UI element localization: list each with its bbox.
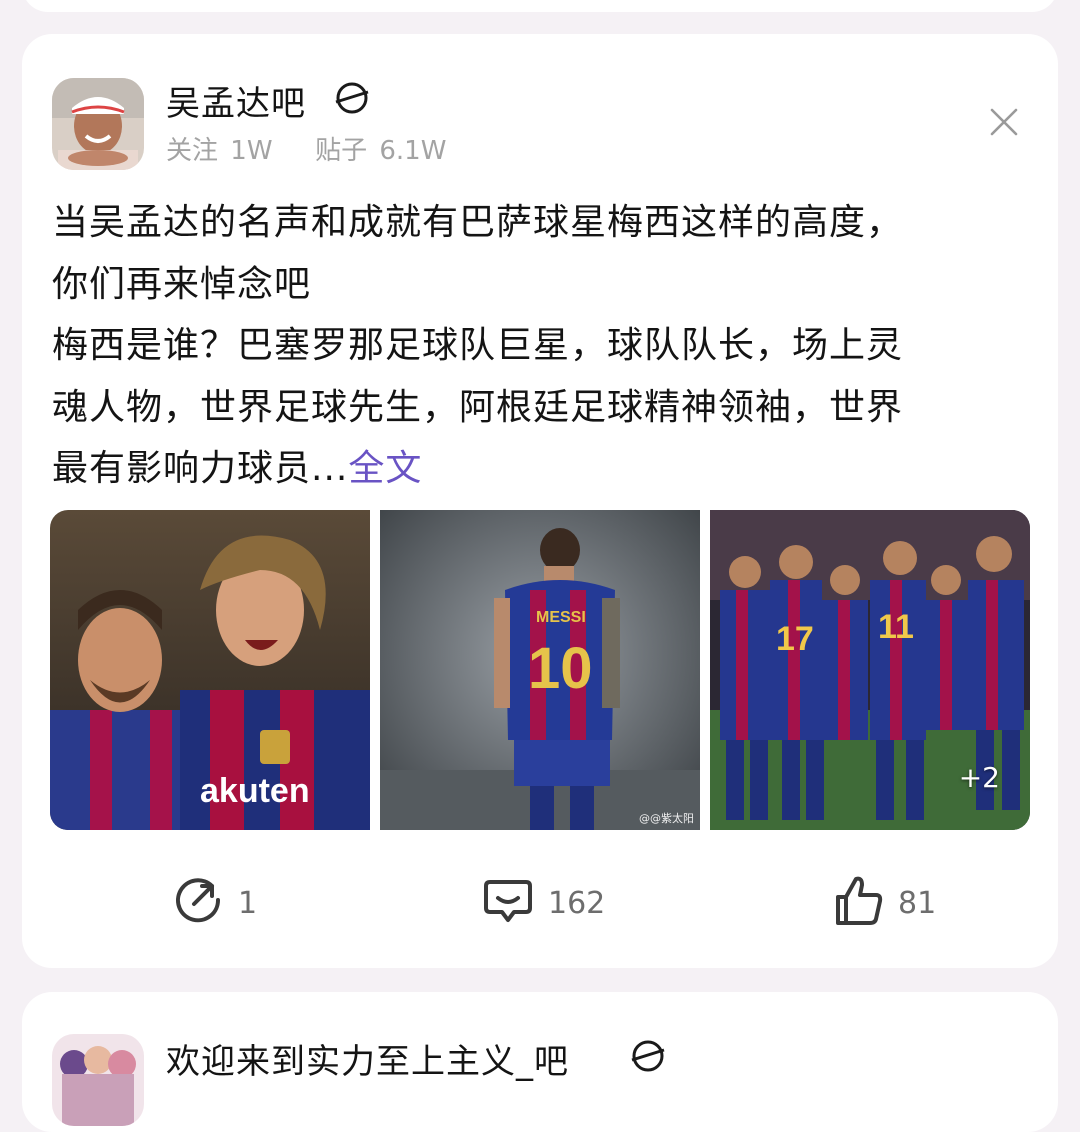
post-actions: 1 162 81	[22, 868, 1058, 938]
post-card[interactable]: 吴孟达吧 关注 1W 贴子 6.1W 当吴孟达的名声和成就有巴萨球星梅西这样的高…	[22, 34, 1058, 968]
next-forum-avatar[interactable]	[52, 1034, 144, 1126]
image-watermark: @@紫太阳	[639, 812, 694, 825]
post-line: 当吴孟达的名声和成就有巴萨球星梅西这样的高度，	[52, 202, 904, 243]
signed-in-icon	[332, 78, 372, 122]
svg-text:17: 17	[776, 620, 814, 658]
next-signed-in-icon	[628, 1036, 668, 1080]
follow-label: 关注	[166, 136, 219, 166]
posts-count: 6.1W	[379, 136, 447, 166]
svg-text:akuten: akuten	[200, 772, 310, 810]
posts-label: 贴子	[315, 136, 368, 166]
like-button[interactable]: 81	[834, 868, 936, 938]
read-more-link[interactable]: 全文	[348, 448, 422, 489]
post-image-2[interactable]: MESSI 10 @@紫太阳	[380, 510, 700, 830]
more-images-count: +2	[958, 761, 1000, 794]
post-body[interactable]: 当吴孟达的名声和成就有巴萨球星梅西这样的高度， 你们再来悼念吧 梅西是谁？巴塞罗…	[52, 192, 1042, 500]
post-line-last: 最有影响力球员...全文	[52, 438, 1042, 500]
svg-text:11: 11	[878, 608, 914, 646]
forum-avatar[interactable]	[52, 78, 144, 170]
svg-text:MESSI: MESSI	[536, 609, 586, 626]
share-count: 1	[238, 885, 258, 921]
previous-post-card[interactable]	[22, 0, 1058, 12]
forum-stats: 关注 1W 贴子 6.1W	[166, 130, 450, 167]
close-icon[interactable]	[990, 108, 1018, 136]
follow-count: 1W	[230, 136, 273, 166]
share-button[interactable]: 1	[174, 868, 257, 938]
post-line: 魂人物，世界足球先生，阿根廷足球精神领袖，世界	[52, 386, 904, 428]
image-grid: akuten MESSI 10 @@紫太阳 17 11 +2	[50, 510, 1030, 830]
comment-button[interactable]: 162	[482, 868, 605, 938]
comment-count: 162	[548, 885, 606, 921]
forum-name[interactable]: 吴孟达吧	[166, 76, 306, 125]
post-line: 你们再来悼念吧	[52, 263, 312, 305]
comment-icon	[482, 876, 534, 930]
svg-text:10: 10	[528, 636, 593, 701]
post-line-text: 最有影响力球员...	[52, 448, 349, 489]
next-post-card[interactable]: 欢迎来到实力至上主义_吧	[22, 992, 1058, 1132]
post-image-3[interactable]: 17 11 +2	[710, 510, 1030, 830]
like-count: 81	[898, 885, 937, 921]
thumbs-up-icon	[834, 875, 884, 931]
post-line: 梅西是谁？巴塞罗那足球队巨星，球队队长，场上灵	[52, 325, 904, 366]
post-image-1[interactable]: akuten	[50, 510, 370, 830]
next-forum-name[interactable]: 欢迎来到实力至上主义_吧	[166, 1034, 569, 1083]
share-icon	[174, 876, 224, 930]
